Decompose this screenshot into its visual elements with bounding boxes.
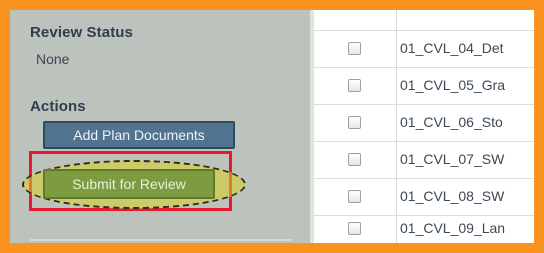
table-row: 01_CVL_06_Sto [314,105,534,142]
screenshot-frame: Review Status None Actions Add Plan Docu… [10,10,534,243]
row-checkbox[interactable] [348,153,361,166]
row-checkbox[interactable] [348,116,361,129]
document-name[interactable]: 01_CVL_09_Lan [400,220,505,236]
table-row: 01_CVL_04_Det [314,31,534,68]
document-name[interactable]: 01_CVL_07_SW [400,151,504,167]
document-name[interactable]: 01_CVL_08_SW [400,188,504,204]
table-row [314,10,534,31]
table-row: 01_CVL_09_Lan [314,211,534,243]
sidebar-divider [30,239,292,241]
submit-for-review-button[interactable]: Submit for Review [43,169,215,199]
review-status-heading: Review Status [30,24,134,41]
review-status-value: None [36,51,70,67]
actions-heading: Actions [30,98,86,115]
documents-table: 01_CVL_04_Det 01_CVL_05_Gra 01_CVL_06_St… [314,10,534,243]
document-name[interactable]: 01_CVL_06_Sto [400,114,503,130]
row-checkbox[interactable] [348,42,361,55]
row-checkbox[interactable] [348,190,361,203]
document-name[interactable]: 01_CVL_04_Det [400,40,504,56]
row-checkbox[interactable] [348,79,361,92]
row-checkbox[interactable] [348,222,361,235]
add-plan-documents-button[interactable]: Add Plan Documents [43,121,235,149]
table-row: 01_CVL_07_SW [314,142,534,179]
table-row: 01_CVL_05_Gra [314,68,534,105]
plan-sidebar: Review Status None Actions Add Plan Docu… [10,10,310,243]
document-name[interactable]: 01_CVL_05_Gra [400,77,505,93]
